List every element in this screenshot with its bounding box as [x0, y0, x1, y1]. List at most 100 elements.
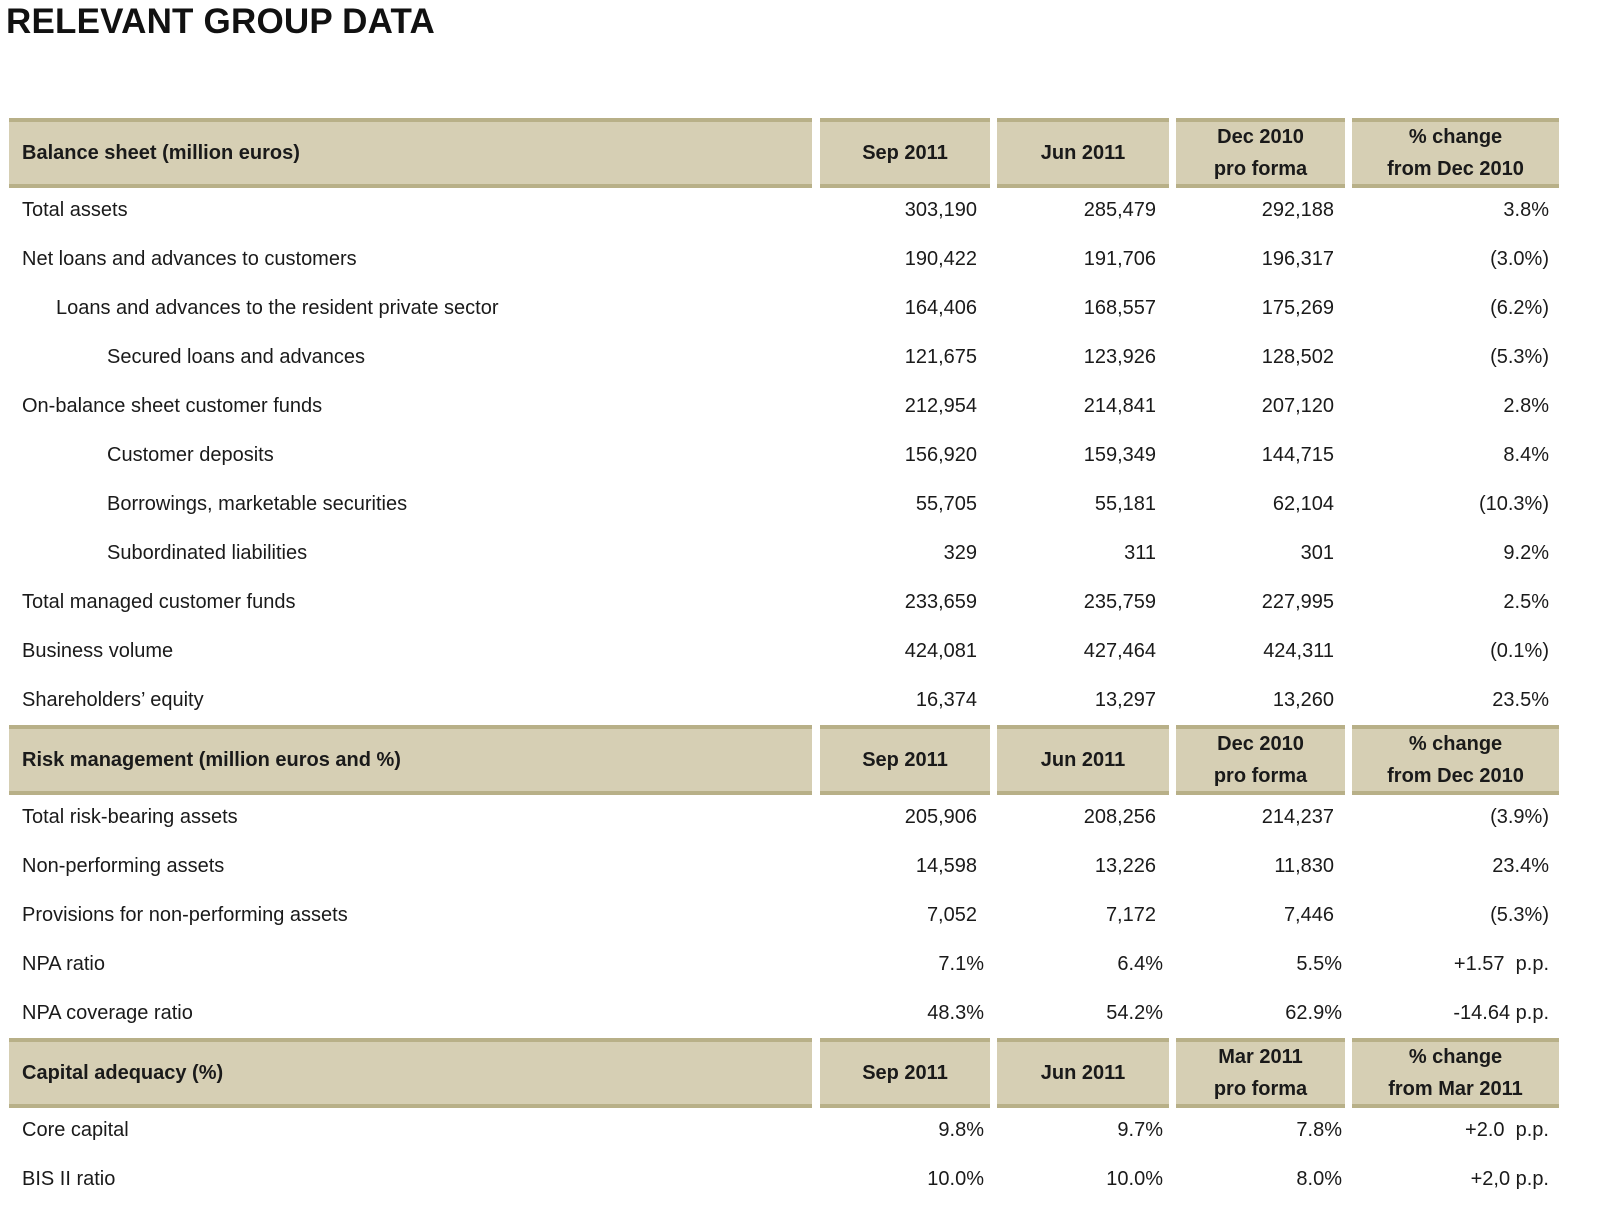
section-title-text: Balance sheet (million euros) — [22, 142, 300, 164]
row-label: Subordinated liabilities — [107, 542, 308, 564]
table-row: Business volume 424,081 427,464 424,311 (0.1… — [9, 627, 1591, 676]
period-value: 303,190 — [904, 199, 977, 221]
section-risk-management: Risk management (million euros and %) Sep… — [9, 725, 1591, 1038]
column-header: % change from Mar 2011 — [1352, 1038, 1559, 1108]
period-value: 156,920 — [904, 444, 977, 466]
row-label: Total assets — [22, 199, 128, 221]
period-value: 48.3% — [927, 1002, 984, 1024]
change-value: 9.2% — [1503, 542, 1549, 564]
change-value: (5.3%) — [1490, 904, 1549, 926]
change-value: 23.5% — [1492, 689, 1549, 711]
row-label: NPA coverage ratio — [22, 1002, 193, 1024]
period-value: 128,502 — [1261, 346, 1334, 368]
row-label: Non-performing assets — [22, 855, 225, 877]
column-header-text: % change from Dec 2010 — [1387, 733, 1524, 787]
column-header-text: Jun 2011 — [1040, 142, 1126, 164]
change-value: 3.8% — [1503, 199, 1549, 221]
row-label: Business volume — [22, 640, 174, 662]
column-header: Sep 2011 — [820, 118, 990, 188]
period-value: 424,081 — [904, 640, 977, 662]
row-label: Total managed customer funds — [22, 591, 296, 613]
period-value: 175,269 — [1261, 297, 1334, 319]
period-value: 121,675 — [904, 346, 977, 368]
column-header: Jun 2011 — [997, 725, 1169, 795]
change-value: 23.4% — [1492, 855, 1549, 877]
period-value: 62,104 — [1272, 493, 1334, 515]
row-label: Secured loans and advances — [107, 346, 365, 368]
column-header-text: % change from Mar 2011 — [1388, 1046, 1523, 1100]
row-label: Total risk-bearing assets — [22, 806, 238, 828]
section-balance-sheet: Balance sheet (million euros) Sep 2011 Jun… — [9, 118, 1591, 725]
column-header: Sep 2011 — [820, 725, 990, 795]
period-value: 13,226 — [1094, 855, 1156, 877]
document-title: RELEVANT GROUP DATA — [6, 2, 435, 41]
change-value: (5.3%) — [1490, 346, 1549, 368]
period-value: 207,120 — [1261, 395, 1334, 417]
change-value: (0.1%) — [1490, 640, 1549, 662]
period-value: 205,906 — [904, 806, 977, 828]
period-value: 208,256 — [1083, 806, 1156, 828]
period-value: 424,311 — [1263, 640, 1334, 662]
column-header: Dec 2010 pro forma — [1176, 725, 1345, 795]
period-value: 196,317 — [1261, 248, 1334, 270]
row-label: Net loans and advances to customers — [22, 248, 357, 270]
period-value: 427,464 — [1083, 640, 1156, 662]
column-header-text: Mar 2011 pro forma — [1213, 1046, 1308, 1100]
table-row: Total risk-bearing assets 205,906 208,256 2… — [9, 793, 1591, 842]
group-data-table: Balance sheet (million euros) Sep 2011 Jun… — [9, 118, 1591, 1204]
section-title: Balance sheet (million euros) — [9, 118, 812, 188]
column-header: Jun 2011 — [997, 1038, 1169, 1108]
period-value: 9.8% — [938, 1119, 984, 1141]
column-header-text: Jun 2011 — [1040, 1062, 1126, 1084]
period-value: 55,705 — [915, 493, 977, 515]
period-value: 227,995 — [1261, 591, 1334, 613]
column-header-text: Sep 2011 — [862, 1062, 948, 1084]
change-value: 2.5% — [1503, 591, 1549, 613]
table-row: Shareholders’ equity 16,374 13,297 13,260 23… — [9, 676, 1591, 725]
column-header: Jun 2011 — [997, 118, 1169, 188]
period-value: 7.1% — [938, 953, 984, 975]
period-value: 54.2% — [1106, 1002, 1163, 1024]
period-value: 62.9% — [1285, 1002, 1342, 1024]
change-value: (6.2%) — [1490, 297, 1549, 319]
period-value: 7,446 — [1283, 904, 1334, 926]
period-value: 214,237 — [1261, 806, 1334, 828]
period-value: 14,598 — [915, 855, 977, 877]
section-header: Balance sheet (million euros) Sep 2011 Jun… — [9, 118, 1591, 188]
period-value: 190,422 — [904, 248, 977, 270]
row-label: NPA ratio — [22, 953, 105, 975]
table-row: Core capital 9.8% 9.7% 7.8% +2.0 p.p. — [9, 1106, 1591, 1155]
row-label: Loans and advances to the resident priva… — [56, 297, 499, 319]
row-label: Provisions for non-performing assets — [22, 904, 348, 926]
column-header-text: Dec 2010 pro forma — [1213, 733, 1308, 787]
period-value: 16,374 — [915, 689, 977, 711]
row-label: BIS II ratio — [22, 1168, 116, 1190]
period-value: 9.7% — [1117, 1119, 1163, 1141]
table-row: BIS II ratio 10.0% 10.0% 8.0% +2,0 p.p. — [9, 1155, 1591, 1204]
column-header: Dec 2010 pro forma — [1176, 118, 1345, 188]
change-value: +2.0 p.p. — [1465, 1119, 1549, 1141]
table-row: Provisions for non-performing assets 7,05… — [9, 891, 1591, 940]
table-row: NPA coverage ratio 48.3% 54.2% 62.9% -14.64 … — [9, 989, 1591, 1038]
column-header: % change from Dec 2010 — [1352, 725, 1559, 795]
change-value: +2,0 p.p. — [1470, 1168, 1549, 1190]
table-row: Subordinated liabilities 329 311 301 9.2% — [9, 529, 1591, 578]
period-value: 168,557 — [1083, 297, 1156, 319]
period-value: 159,349 — [1083, 444, 1156, 466]
column-header-text: Sep 2011 — [862, 142, 948, 164]
period-value: 285,479 — [1083, 199, 1156, 221]
column-header-text: % change from Dec 2010 — [1387, 126, 1524, 180]
change-value: 2.8% — [1503, 395, 1549, 417]
period-value: 7,052 — [926, 904, 977, 926]
column-header: Mar 2011 pro forma — [1176, 1038, 1345, 1108]
period-value: 10.0% — [927, 1168, 984, 1190]
table-row: On-balance sheet customer funds 212,954 21… — [9, 382, 1591, 431]
period-value: 7,172 — [1105, 904, 1156, 926]
table-row: NPA ratio 7.1% 6.4% 5.5% +1.57 p.p. — [9, 940, 1591, 989]
change-value: -14.64 p.p. — [1453, 1002, 1549, 1024]
table-row: Customer deposits 156,920 159,349 144,715 8.… — [9, 431, 1591, 480]
period-value: 13,260 — [1272, 689, 1334, 711]
row-label: Shareholders’ equity — [22, 689, 204, 711]
period-value: 301 — [1300, 542, 1334, 564]
section-title: Capital adequacy (%) — [9, 1038, 812, 1108]
